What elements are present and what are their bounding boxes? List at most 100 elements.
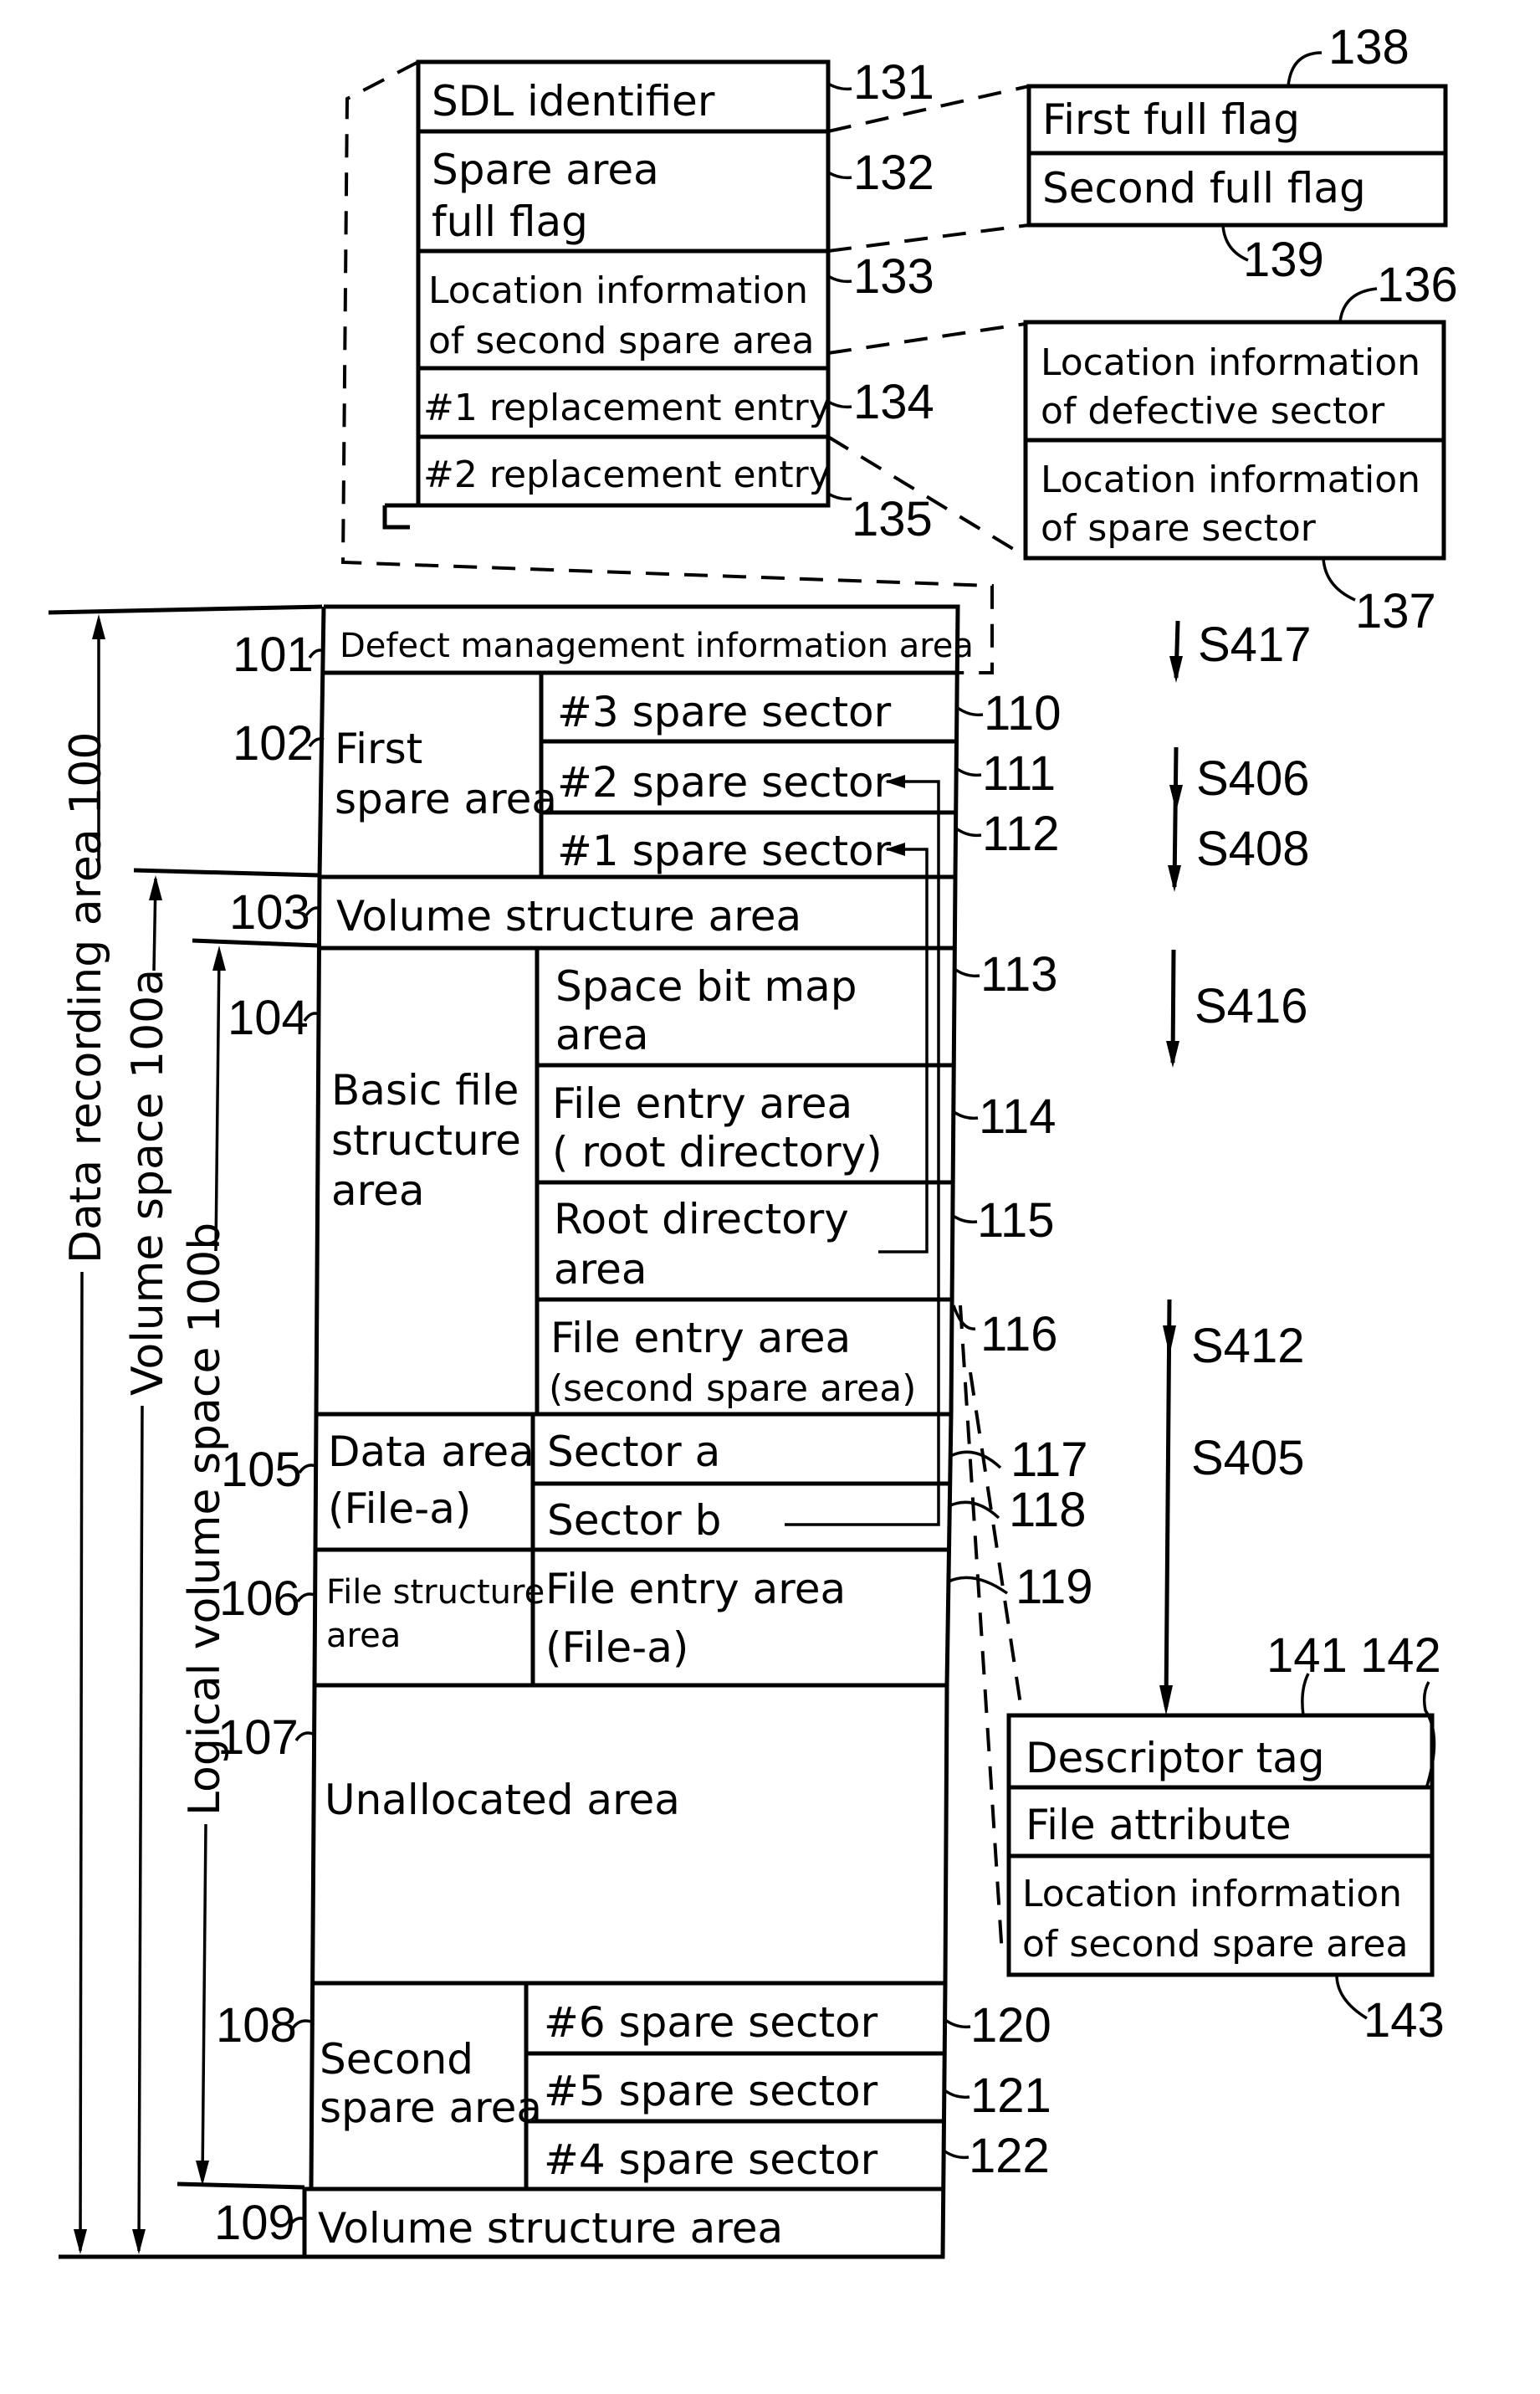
- arrow-up-icon: [212, 946, 226, 971]
- descriptor-table: Descriptor tag File attribute Location i…: [1006, 1628, 1445, 2048]
- ref-106: 106: [219, 1571, 300, 1626]
- spare-area-full-flag-label-1: Spare area: [432, 146, 659, 194]
- leader-133: [827, 274, 852, 284]
- ref-109: 109: [214, 2196, 295, 2250]
- arrow-down-icon: [132, 2229, 146, 2254]
- ref-114: 114: [979, 1089, 1056, 1144]
- arrow-up-icon: [149, 875, 162, 900]
- leader-135: [827, 492, 852, 501]
- leader-120: [944, 2018, 971, 2029]
- leader-107: [294, 1731, 314, 1742]
- ref-139: 139: [1243, 233, 1324, 287]
- leader-132: [827, 171, 852, 180]
- leader-138: [1287, 51, 1323, 87]
- leader-122: [942, 2149, 970, 2160]
- ref-104: 104: [228, 991, 309, 1045]
- span-line-volume-space: [137, 1405, 144, 2252]
- leader-136: [1338, 287, 1378, 323]
- step-arrows: S417 S406 S408 S416 S412 S405: [1159, 618, 1311, 1715]
- ref-111: 111: [982, 746, 1056, 801]
- data-area-label-1: Data area: [328, 1428, 535, 1476]
- file-entry-second-spare-label-2: (second spare area): [549, 1367, 916, 1410]
- data-area-label-2: (File-a): [328, 1484, 471, 1533]
- arrow-down-icon: [1169, 656, 1183, 683]
- defective-sector-label-1: Location information: [1041, 341, 1420, 384]
- defective-sector-label-2: of defective sector: [1041, 390, 1385, 433]
- leader-110: [956, 706, 984, 717]
- space-bit-map-label-1: Space bit map: [555, 962, 857, 1011]
- ref-119: 119: [1016, 1560, 1092, 1614]
- ref-121: 121: [970, 2068, 1051, 2123]
- file-entry-file-a-label-2: (File-a): [545, 1623, 688, 1672]
- arrow-down-icon: [196, 2161, 209, 2186]
- basic-file-structure-label-3: area: [331, 1166, 425, 1215]
- basic-file-structure-label-1: Basic file: [331, 1066, 519, 1115]
- ref-113: 113: [980, 947, 1057, 1002]
- arrow-down-icon: [1169, 785, 1183, 812]
- ref-135: 135: [852, 492, 933, 546]
- file-entry-root-label-1: File entry area: [552, 1079, 852, 1128]
- leader-114: [951, 1110, 979, 1120]
- ref-115: 115: [977, 1193, 1054, 1248]
- root-directory-label-1: Root directory: [554, 1195, 849, 1243]
- descriptor-location-label-1: Location information: [1022, 1873, 1402, 1915]
- ref-102: 102: [233, 716, 314, 771]
- ref-120: 120: [970, 1998, 1051, 2053]
- leader-134: [827, 400, 852, 409]
- unallocated-area-label: Unallocated area: [325, 1776, 680, 1824]
- dashed-connector: [827, 322, 1026, 355]
- span-tick: [192, 938, 320, 948]
- ref-118: 118: [1009, 1483, 1086, 1537]
- dashed-connector: [969, 1371, 1024, 1716]
- logical-volume-space-label: Logical volume space 100b: [180, 1223, 230, 1816]
- sector-a-label: Sector a: [547, 1428, 720, 1476]
- spare-sector-label-1: Location information: [1041, 459, 1420, 501]
- main-area-stack: Defect management information area First…: [302, 604, 974, 2259]
- volume-space-label: Volume space 100a: [123, 969, 173, 1396]
- sdl-table-base: [382, 505, 410, 530]
- patent-figure: SDL identifier Spare area full flag Loca…: [48, 20, 1458, 2259]
- pointer-line-root-dir: [878, 848, 929, 1253]
- ref-108: 108: [216, 1998, 297, 2053]
- data-recording-area-label: Data recording area 100: [61, 732, 111, 1264]
- leader-117: [949, 1450, 1002, 1469]
- dashed-connector: [959, 1305, 1004, 1956]
- replacement-entry-2-label: #2 replacement entry: [423, 454, 831, 496]
- sdl-identifier-label: SDL identifier: [432, 77, 715, 126]
- file-structure-area-label-1: File structure: [326, 1573, 545, 1612]
- first-spare-area-label-2: spare area: [335, 775, 557, 823]
- ref-137: 137: [1355, 584, 1436, 638]
- leader-116: [952, 1305, 976, 1330]
- file-entry-file-a-label-1: File entry area: [545, 1565, 846, 1613]
- span-tick: [133, 868, 320, 878]
- flag-table: First full flag Second full flag 138 139: [1026, 20, 1448, 287]
- ref-117: 117: [1010, 1433, 1087, 1487]
- step-s405: S405: [1191, 1431, 1304, 1485]
- basic-file-structure-label-2: structure: [331, 1116, 521, 1165]
- step-arrow-s412-s405: [1164, 1299, 1172, 1708]
- replacement-entry-table: Location information of defective sector…: [1023, 258, 1458, 638]
- second-spare-area-label-2: spare area: [320, 2084, 542, 2132]
- arrow-up-icon: [92, 614, 105, 639]
- step-s417: S417: [1198, 618, 1311, 672]
- ref-133: 133: [853, 249, 934, 304]
- span-line-logical-volume: [201, 1823, 207, 2181]
- leader-143: [1335, 1974, 1368, 2020]
- file-structure-area-label-2: area: [326, 1617, 401, 1655]
- ref-141: 141: [1266, 1628, 1348, 1683]
- ref-136: 136: [1377, 258, 1458, 312]
- arrow-down-icon: [74, 2229, 87, 2254]
- descriptor-tag-label: Descriptor tag: [1026, 1734, 1325, 1782]
- leader-112: [954, 827, 982, 838]
- arrow-down-icon: [1166, 1041, 1179, 1068]
- ref-142: 142: [1360, 1628, 1441, 1683]
- spare-sector-label-2: of spare sector: [1041, 507, 1317, 550]
- arrow-down-icon: [1163, 1325, 1176, 1356]
- leader-115: [950, 1213, 978, 1224]
- first-full-flag-label: First full flag: [1042, 95, 1300, 144]
- step-s416: S416: [1195, 979, 1307, 1033]
- leader-137: [1322, 557, 1356, 602]
- ref-132: 132: [853, 146, 934, 200]
- ref-103: 103: [229, 885, 310, 940]
- ref-143: 143: [1363, 1993, 1445, 2048]
